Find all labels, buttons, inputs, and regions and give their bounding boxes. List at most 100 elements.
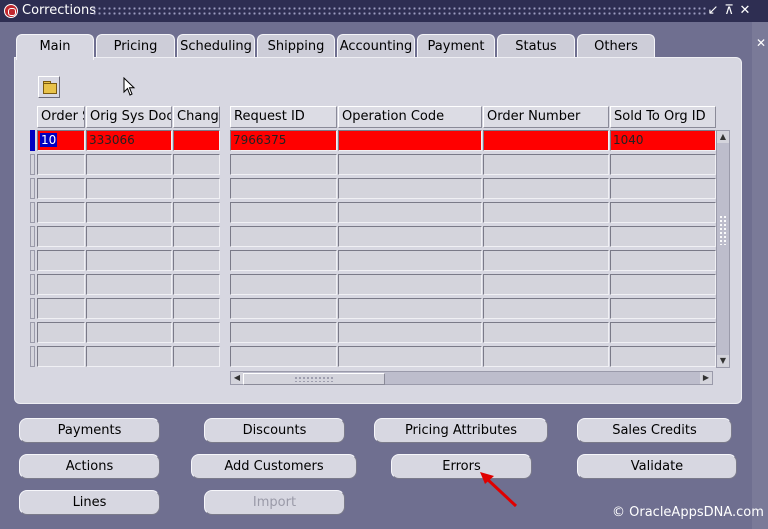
- cell-operation-code[interactable]: [338, 322, 482, 343]
- validate-button[interactable]: Validate: [577, 454, 737, 479]
- cell-order-number[interactable]: [483, 154, 609, 175]
- cell-change-sequence[interactable]: [173, 250, 220, 271]
- scroll-down-icon[interactable]: ▼: [717, 355, 729, 367]
- cell-change-sequence[interactable]: [173, 154, 220, 175]
- col-header-order-source[interactable]: Order Source: [37, 106, 85, 128]
- cell-request-id[interactable]: [230, 346, 337, 367]
- cell-sold-to-org-id[interactable]: [610, 178, 716, 199]
- actions-button[interactable]: Actions: [19, 454, 160, 479]
- scroll-grip[interactable]: [719, 215, 727, 245]
- cell-order-number[interactable]: [483, 298, 609, 319]
- cell-request-id[interactable]: 7966375: [230, 130, 337, 151]
- row-indicator[interactable]: [30, 274, 35, 295]
- cell-orig-sys-document-ref[interactable]: [86, 202, 172, 223]
- cell-operation-code[interactable]: [338, 178, 482, 199]
- cell-request-id[interactable]: [230, 274, 337, 295]
- vertical-scrollbar[interactable]: ▲ ▼: [716, 130, 730, 368]
- col-header-order-number[interactable]: Order Number: [483, 106, 609, 128]
- cell-order-source[interactable]: 10: [37, 130, 85, 151]
- cell-orig-sys-document-ref[interactable]: [86, 226, 172, 247]
- cell-orig-sys-document-ref[interactable]: [86, 250, 172, 271]
- background-close-icon[interactable]: ✕: [756, 36, 766, 50]
- cell-sold-to-org-id[interactable]: [610, 202, 716, 223]
- tab-accounting[interactable]: Accounting: [337, 34, 415, 58]
- col-header-operation-code[interactable]: Operation Code: [338, 106, 482, 128]
- cell-orig-sys-document-ref[interactable]: [86, 154, 172, 175]
- discounts-button[interactable]: Discounts: [204, 418, 345, 443]
- cell-sold-to-org-id[interactable]: [610, 274, 716, 295]
- cell-request-id[interactable]: [230, 202, 337, 223]
- col-header-orig-sys-document-ref[interactable]: Orig Sys Document Ref: [86, 106, 172, 128]
- lines-button[interactable]: Lines: [19, 490, 160, 515]
- row-indicator[interactable]: [30, 298, 35, 319]
- cell-order-number[interactable]: [483, 322, 609, 343]
- scroll-right-icon[interactable]: ▶: [700, 372, 712, 384]
- cell-order-source[interactable]: [37, 250, 85, 271]
- cell-order-source[interactable]: [37, 274, 85, 295]
- cell-operation-code[interactable]: [338, 154, 482, 175]
- row-indicator[interactable]: [30, 202, 35, 223]
- add-customers-button[interactable]: Add Customers: [191, 454, 357, 479]
- cell-orig-sys-document-ref[interactable]: [86, 346, 172, 367]
- cell-sold-to-org-id[interactable]: [610, 298, 716, 319]
- row-indicator[interactable]: [30, 130, 35, 151]
- cell-request-id[interactable]: [230, 322, 337, 343]
- cell-orig-sys-document-ref[interactable]: [86, 178, 172, 199]
- cell-order-source[interactable]: [37, 178, 85, 199]
- minimize-icon[interactable]: ↙: [706, 3, 720, 18]
- row-indicator[interactable]: [30, 346, 35, 367]
- cell-orig-sys-document-ref[interactable]: [86, 298, 172, 319]
- tab-main[interactable]: Main: [16, 34, 94, 60]
- pricing-attributes-button[interactable]: Pricing Attributes: [374, 418, 548, 443]
- cell-order-number[interactable]: [483, 202, 609, 223]
- cell-change-sequence[interactable]: [173, 346, 220, 367]
- cell-sold-to-org-id[interactable]: [610, 226, 716, 247]
- cell-order-number[interactable]: [483, 130, 609, 151]
- cell-sold-to-org-id[interactable]: [610, 250, 716, 271]
- cell-order-number[interactable]: [483, 226, 609, 247]
- cell-operation-code[interactable]: [338, 274, 482, 295]
- cell-change-sequence[interactable]: [173, 322, 220, 343]
- row-indicator[interactable]: [30, 226, 35, 247]
- cell-request-id[interactable]: [230, 178, 337, 199]
- cell-change-sequence[interactable]: [173, 178, 220, 199]
- cell-change-sequence[interactable]: [173, 130, 220, 151]
- row-indicator[interactable]: [30, 154, 35, 175]
- close-icon[interactable]: ✕: [738, 3, 752, 18]
- row-indicator[interactable]: [30, 322, 35, 343]
- col-header-change-sequence[interactable]: Change Sequence: [173, 106, 220, 128]
- cell-order-source[interactable]: [37, 226, 85, 247]
- cell-request-id[interactable]: [230, 250, 337, 271]
- cell-sold-to-org-id[interactable]: 1040: [610, 130, 716, 151]
- cell-sold-to-org-id[interactable]: [610, 154, 716, 175]
- cell-order-number[interactable]: [483, 250, 609, 271]
- tab-pricing[interactable]: Pricing: [96, 34, 175, 58]
- col-header-request-id[interactable]: Request ID: [230, 106, 337, 128]
- cell-order-source[interactable]: [37, 298, 85, 319]
- tab-shipping[interactable]: Shipping: [257, 34, 335, 58]
- cell-operation-code[interactable]: [338, 346, 482, 367]
- cell-orig-sys-document-ref[interactable]: [86, 274, 172, 295]
- cell-operation-code[interactable]: [338, 298, 482, 319]
- cell-order-source[interactable]: [37, 346, 85, 367]
- row-indicator[interactable]: [30, 178, 35, 199]
- scroll-up-icon[interactable]: ▲: [717, 131, 729, 143]
- cell-order-source[interactable]: [37, 202, 85, 223]
- cell-order-number[interactable]: [483, 274, 609, 295]
- cell-operation-code[interactable]: [338, 226, 482, 247]
- horizontal-scroll-thumb[interactable]: [243, 373, 385, 385]
- titlebar-drag-area[interactable]: [92, 6, 706, 16]
- cell-sold-to-org-id[interactable]: [610, 346, 716, 367]
- maximize-icon[interactable]: ⊼: [722, 3, 736, 18]
- tab-payment[interactable]: Payment: [417, 34, 495, 58]
- tab-status[interactable]: Status: [497, 34, 575, 58]
- cell-change-sequence[interactable]: [173, 274, 220, 295]
- cell-operation-code[interactable]: [338, 250, 482, 271]
- scroll-left-icon[interactable]: ◀: [231, 372, 243, 384]
- cell-order-source[interactable]: [37, 322, 85, 343]
- cell-request-id[interactable]: [230, 298, 337, 319]
- cell-sold-to-org-id[interactable]: [610, 322, 716, 343]
- row-indicator[interactable]: [30, 250, 35, 271]
- col-header-sold-to-org-id[interactable]: Sold To Org ID: [610, 106, 716, 128]
- tab-others[interactable]: Others: [577, 34, 655, 58]
